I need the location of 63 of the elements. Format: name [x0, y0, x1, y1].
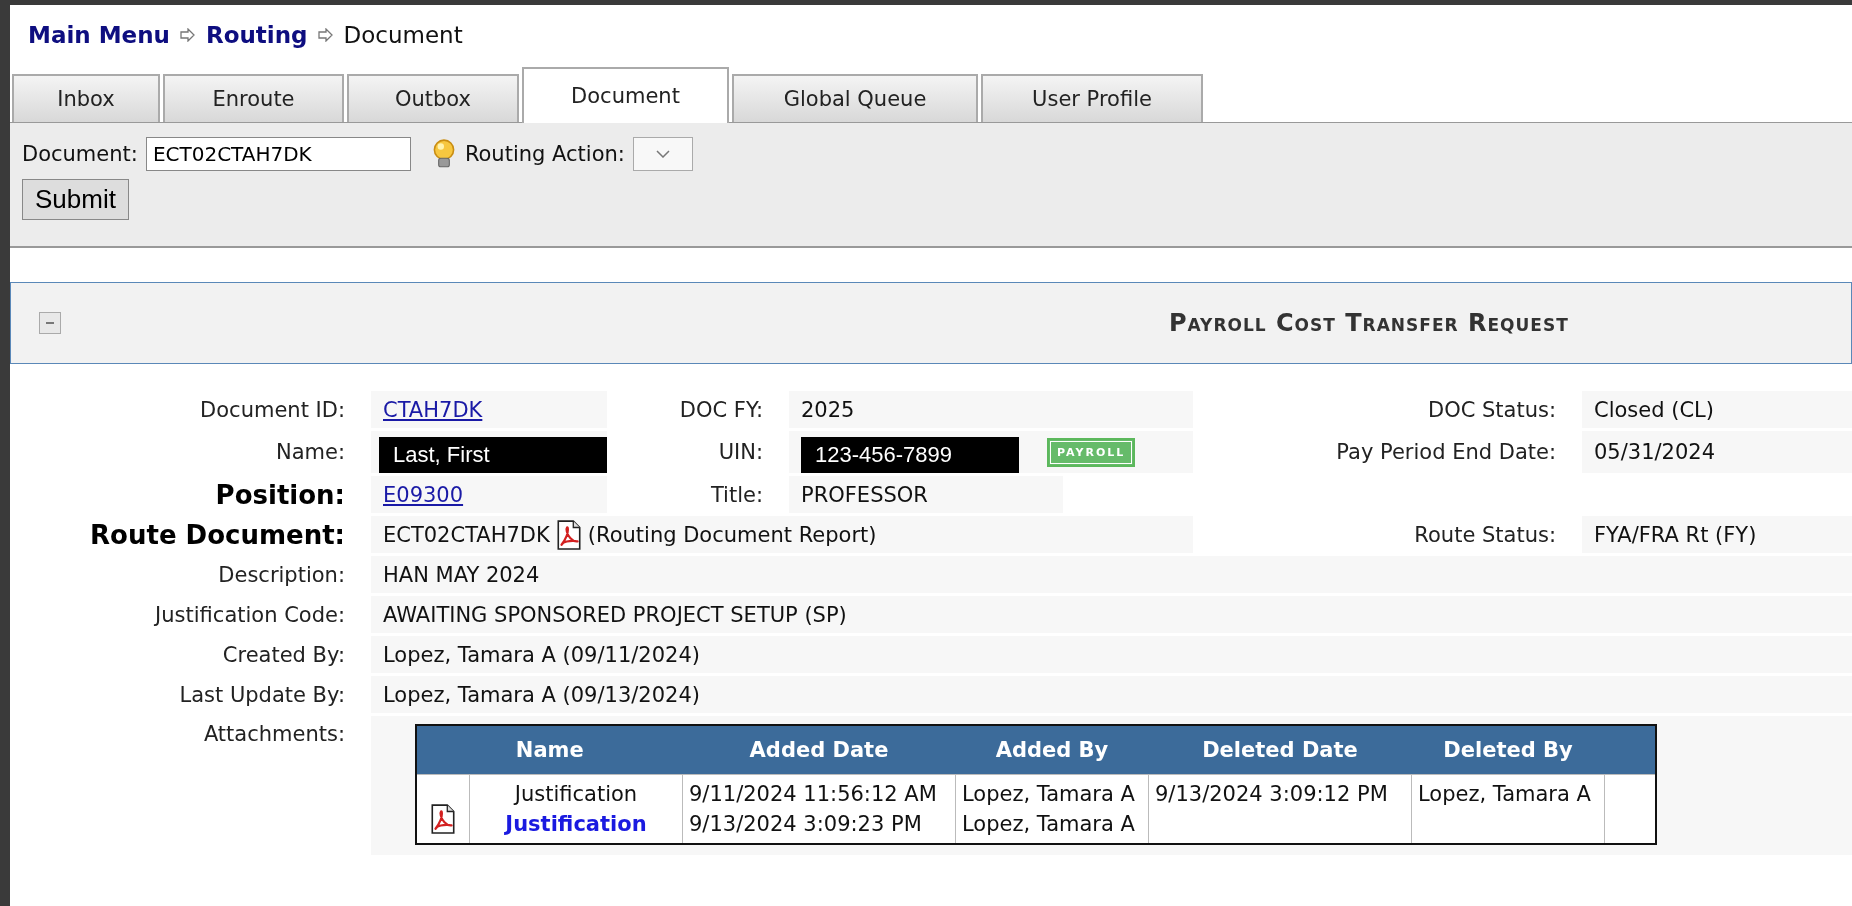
field-value: HAN MAY 2024	[383, 562, 540, 587]
column-header: Added Date	[682, 725, 956, 775]
field-label: Last Update By:	[178, 682, 346, 707]
payroll-badge: PAYROLL	[1047, 437, 1136, 467]
table-cell-text: 9/11/2024 11:56:12 AM	[689, 781, 938, 808]
field-label: Justification Code:	[153, 602, 346, 627]
table-cell-text: Lopez, Tamara A	[962, 811, 1136, 838]
field-label: Description:	[217, 562, 346, 587]
column-header: Deleted Date	[1148, 725, 1412, 775]
document-field[interactable]: ECT02CTAH7DK	[145, 137, 411, 171]
attachment-name: Justification	[512, 781, 639, 808]
pdf-file-icon[interactable]	[555, 519, 582, 550]
redacted-value: 123-456-7899	[801, 437, 1019, 473]
field-value: Lopez, Tamara A (09/11/2024)	[383, 642, 700, 667]
tab[interactable]: Document	[522, 67, 729, 123]
column-header: Deleted By	[1411, 725, 1605, 775]
column-header: Added By	[955, 725, 1149, 775]
tab[interactable]: Inbox	[12, 74, 160, 122]
field-label: UIN:	[717, 440, 764, 464]
field-value: Lopez, Tamara A (09/13/2024)	[383, 682, 700, 707]
tab[interactable]: Enroute	[163, 74, 344, 122]
column-header: Name	[416, 725, 683, 775]
field-value: PROFESSOR	[801, 482, 928, 507]
table-cell-text: 9/13/2024 3:09:23 PM	[689, 811, 923, 838]
attachment-link[interactable]: Justification	[476, 809, 676, 839]
field-value: FYA/FRA Rt (FY)	[1594, 522, 1757, 547]
breadcrumb-link[interactable]: Routing	[205, 22, 308, 48]
field-label: Attachments:	[202, 721, 346, 746]
arrow-icon	[317, 28, 334, 42]
breadcrumb-link[interactable]: Main Menu	[28, 22, 170, 48]
tab[interactable]: Global Queue	[732, 74, 978, 122]
field-label: DOC Status:	[1426, 397, 1557, 422]
routing-action-dropdown[interactable]	[632, 137, 693, 171]
field-value: AWAITING SPONSORED PROJECT SETUP (SP)	[383, 602, 847, 627]
arrow-icon	[179, 28, 196, 42]
collapse-icon[interactable]	[39, 312, 61, 334]
breadcrumb-current: Document	[343, 22, 463, 48]
table-cell-text: Lopez, Tamara A	[962, 781, 1136, 808]
pdf-file-icon[interactable]	[430, 804, 456, 834]
field-label: Name:	[274, 440, 346, 464]
document-label: Document:	[22, 142, 138, 166]
field-label: Document ID:	[199, 397, 346, 422]
submit-button[interactable]: Submit	[22, 179, 129, 220]
tab[interactable]: Outbox	[347, 74, 519, 122]
field-label: Created By:	[221, 642, 346, 667]
field-label: Route Document:	[89, 519, 346, 550]
section-title: Payroll Cost Transfer Request	[1169, 309, 1569, 337]
field-label: DOC FY:	[678, 397, 764, 422]
table-cell-text: 9/13/2024 3:09:12 PM	[1155, 781, 1389, 808]
tab[interactable]: User Profile	[981, 74, 1203, 122]
chevron-down-icon	[655, 150, 670, 158]
field-label: Pay Period End Date:	[1335, 440, 1557, 464]
table-cell-text: Lopez, Tamara A	[1418, 781, 1592, 808]
redacted-value: Last, First	[379, 437, 607, 473]
routing-action-label: Routing Action:	[464, 142, 625, 166]
field-label: Position:	[214, 479, 346, 510]
field-value: 2025	[801, 397, 855, 422]
field-label: Title:	[709, 482, 764, 507]
field-value: ECT02CTAH7DK	[383, 522, 550, 547]
field-label: Route Status:	[1413, 522, 1557, 547]
report-text: (Routing Document Report)	[587, 522, 877, 547]
field-value: 05/31/2024	[1594, 440, 1716, 464]
field-value: Closed (CL)	[1594, 397, 1714, 422]
